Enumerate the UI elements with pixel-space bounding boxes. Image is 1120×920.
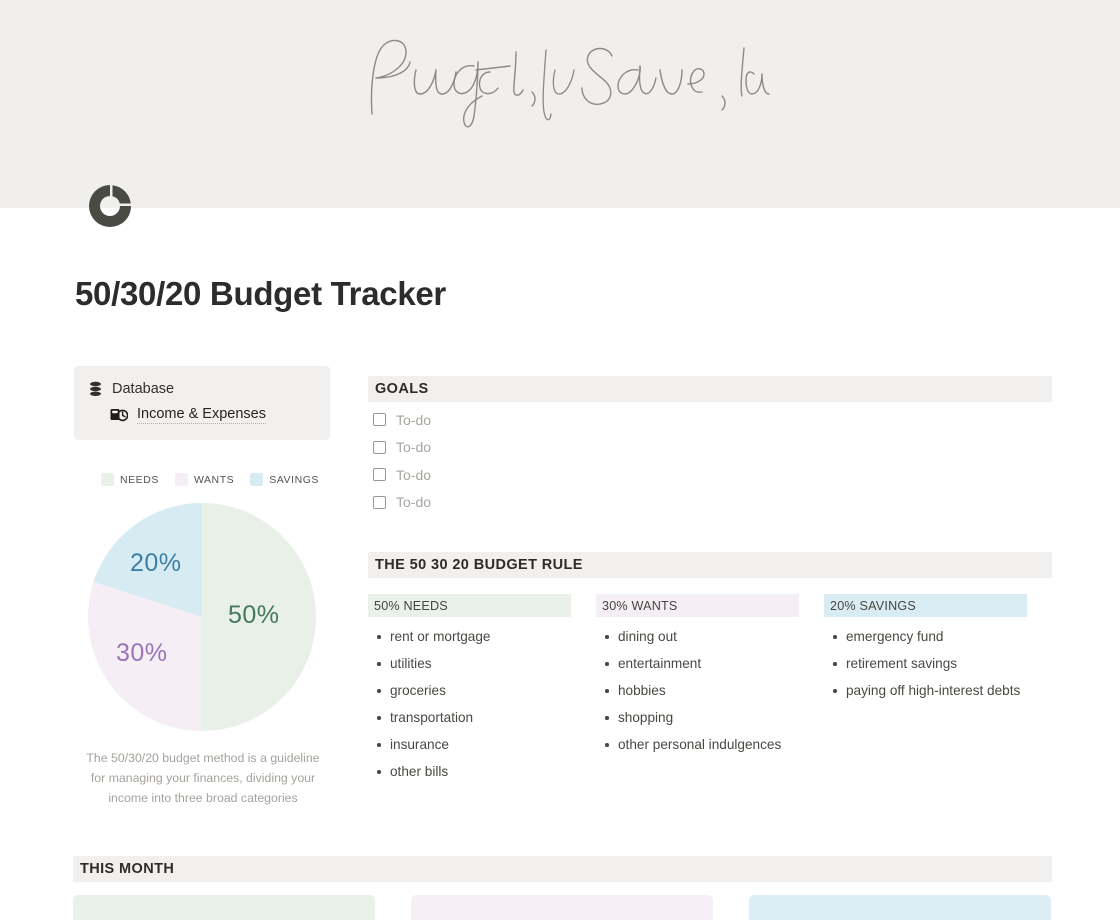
rule-list-item: groceries — [377, 681, 571, 701]
legend-label-savings: SAVINGS — [269, 473, 319, 486]
rule-list-item: other personal indulgences — [605, 735, 799, 755]
rule-list-item: transportation — [377, 708, 571, 728]
goal-item[interactable]: To-do — [373, 406, 431, 434]
goal-item[interactable]: To-do — [373, 461, 431, 489]
savings-list: emergency fund retirement savings paying o… — [824, 627, 1027, 701]
rule-list-item: emergency fund — [833, 627, 1027, 647]
column-header-wants: 30% WANTS — [596, 594, 799, 617]
legend-swatch-needs — [101, 473, 114, 486]
budget-tracker-page: 50/30/20 Budget Tracker Database Income … — [0, 0, 1120, 920]
rule-list-item: rent or mortgage — [377, 627, 571, 647]
month-card-savings[interactable]: SAVINGS — [749, 895, 1051, 920]
needs-list: rent or mortgage utilities groceries transp… — [368, 627, 571, 782]
rule-list-item: shopping — [605, 708, 799, 728]
donut-chart-icon — [85, 181, 135, 231]
page-title: 50/30/20 Budget Tracker — [75, 275, 446, 312]
rule-list-item: hobbies — [605, 681, 799, 701]
rule-list-item: other bills — [377, 762, 571, 782]
goal-label: To-do — [396, 494, 432, 511]
month-card-wants[interactable]: WANTS — [411, 895, 713, 920]
column-header-savings: 20% SAVINGS — [824, 594, 1027, 617]
rule-list-item: retirement savings — [833, 654, 1027, 674]
rule-list-item: paying off high-interest debts — [833, 681, 1027, 701]
this-month-section-header: THIS MONTH — [73, 856, 1052, 882]
goal-checkbox[interactable] — [373, 495, 386, 509]
header-banner — [0, 0, 1120, 208]
budget-rule-heading: THE 50 30 20 BUDGET RULE — [375, 557, 583, 573]
wants-list: dining out entertainment hobbies shopping ot… — [596, 627, 799, 755]
legend-item-savings: SAVINGS — [250, 473, 319, 486]
goal-checkbox[interactable] — [373, 440, 386, 454]
legend-label-needs: NEEDS — [120, 473, 159, 486]
goal-label: To-do — [396, 411, 432, 428]
database-label: Database — [112, 381, 175, 397]
pie-legend: NEEDS WANTS SAVINGS — [101, 473, 319, 486]
goal-checkbox[interactable] — [373, 468, 386, 482]
rule-list-item: insurance — [377, 735, 571, 755]
this-month-heading: THIS MONTH — [80, 861, 175, 877]
legend-label-wants: WANTS — [193, 473, 235, 486]
goal-item[interactable]: To-do — [373, 434, 431, 462]
pie-label-savings: 20% — [130, 549, 182, 577]
legend-swatch-wants — [174, 473, 188, 486]
legend-swatch-savings — [250, 473, 264, 486]
goals-list: To-do To-do To-do To-do — [373, 406, 431, 516]
goals-section-header: GOALS — [368, 376, 1052, 402]
pie-shape — [88, 503, 316, 731]
rule-list-item: utilities — [377, 654, 571, 674]
budget-rule-columns: 50% NEEDS rent or mortgage utilities groce… — [368, 594, 1052, 789]
budget-rule-column-wants: 30% WANTS dining out entertainment hobbies… — [596, 594, 824, 789]
legend-item-needs: NEEDS — [101, 473, 159, 486]
rule-list-item: dining out — [605, 627, 799, 647]
database-icon — [88, 381, 103, 397]
pie-label-wants: 30% — [116, 639, 168, 667]
database-row: Database — [88, 378, 330, 400]
pie-label-needs: 50% — [228, 601, 280, 629]
budget-rule-column-savings: 20% SAVINGS emergency fund retirement sav… — [824, 594, 1052, 789]
gallery-view-icon — [110, 408, 129, 422]
month-card-needs[interactable]: NEEDS — [73, 895, 375, 920]
banner-script-title — [0, 26, 1120, 136]
legend-item-wants: WANTS — [174, 473, 235, 486]
goal-checkbox[interactable] — [373, 413, 386, 427]
income-expenses-link[interactable]: Income & Expenses — [137, 406, 266, 424]
goal-label: To-do — [396, 466, 432, 483]
rule-list-item: entertainment — [605, 654, 799, 674]
income-expenses-row[interactable]: Income & Expenses — [88, 404, 330, 426]
budget-pie-chart: 50% 30% 20% — [88, 503, 316, 731]
database-card[interactable]: Database Income & Expenses — [74, 366, 330, 440]
goal-item[interactable]: To-do — [373, 489, 431, 517]
this-month-cards: NEEDS WANTS SAVINGS — [73, 895, 1052, 920]
pie-caption: The 50/30/20 budget method is a guidelin… — [86, 751, 320, 805]
budget-rule-section-header: THE 50 30 20 BUDGET RULE — [368, 552, 1052, 578]
column-header-needs: 50% NEEDS — [368, 594, 571, 617]
budget-rule-column-needs: 50% NEEDS rent or mortgage utilities groce… — [368, 594, 596, 789]
goal-label: To-do — [396, 439, 432, 456]
goals-heading: GOALS — [375, 381, 429, 397]
